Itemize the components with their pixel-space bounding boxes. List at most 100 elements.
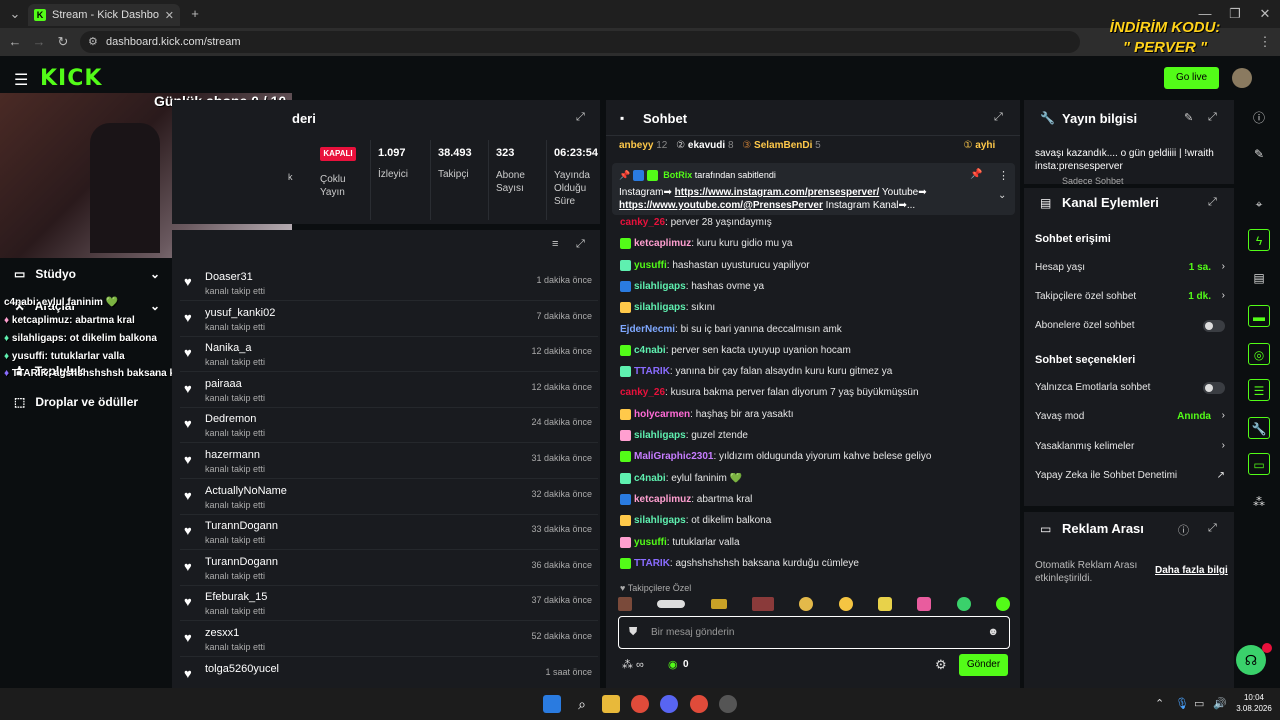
- account-age-row[interactable]: Hesap yaşı 1 sa. ›: [1035, 261, 1225, 273]
- chat-username[interactable]: EjderNecmi: [620, 324, 675, 335]
- expand-icon[interactable]: ⤢: [576, 111, 585, 124]
- followers-chat-row[interactable]: Takipçilere özel sohbet 1 dk. ›: [1035, 290, 1225, 302]
- follower-name[interactable]: Nanika_a: [205, 342, 251, 354]
- kick-logo[interactable]: KICK: [40, 66, 102, 91]
- chat-username[interactable]: silahligaps: [634, 430, 686, 441]
- follower-name[interactable]: TurannDogann: [205, 556, 278, 568]
- back-icon[interactable]: ←: [6, 33, 24, 51]
- stream-info-icon[interactable]: ☰: [1248, 379, 1270, 401]
- hamburger-menu-icon[interactable]: ☰: [14, 70, 28, 90]
- chat-settings-gear-icon[interactable]: ⚙: [935, 657, 947, 673]
- chat-username[interactable]: silahligaps: [634, 302, 686, 313]
- info-icon[interactable]: ⓘ: [1178, 522, 1189, 538]
- expand-icon[interactable]: ⤢: [1208, 196, 1217, 209]
- chat-username[interactable]: canky_26: [620, 387, 665, 398]
- edit-icon[interactable]: ✎: [1184, 111, 1193, 124]
- pinned-by-user[interactable]: BotRix: [663, 170, 692, 180]
- site-info-icon[interactable]: ⚙: [88, 31, 98, 53]
- broadcast-icon[interactable]: ◎: [1248, 343, 1270, 365]
- reload-icon[interactable]: ↻: [54, 33, 72, 51]
- gifter-name[interactable]: ayhi: [975, 140, 995, 151]
- discord-icon[interactable]: [660, 695, 678, 713]
- obs-icon[interactable]: [719, 695, 737, 713]
- sidebar-item-drops[interactable]: ⬚ Droplar ve ödüller: [14, 395, 138, 409]
- chat-username[interactable]: yusuffi: [634, 537, 667, 548]
- browser-menu-icon[interactable]: ⋮: [1256, 33, 1274, 51]
- chat-username[interactable]: c4nabi: [634, 345, 666, 356]
- clock[interactable]: 10:04 3.08.2026: [1232, 692, 1276, 714]
- subs-chat-toggle[interactable]: [1203, 320, 1225, 332]
- avatar[interactable]: [1232, 68, 1252, 88]
- emote-icon[interactable]: [657, 600, 686, 608]
- emote-icon[interactable]: [838, 597, 853, 611]
- edit-icon[interactable]: ✎: [1248, 143, 1270, 165]
- follower-name[interactable]: yusuf_kanki02: [205, 307, 275, 319]
- chat-username[interactable]: silahligaps: [634, 281, 686, 292]
- follower-name[interactable]: TurannDogann: [205, 520, 278, 532]
- expand-icon[interactable]: ⤢: [994, 111, 1003, 124]
- follower-name[interactable]: zesxx1: [205, 627, 239, 639]
- emote-icon[interactable]: [956, 597, 971, 611]
- channel-points-icon[interactable]: ⁂ ∞: [622, 658, 644, 671]
- emote-icon[interactable]: [618, 597, 632, 611]
- browser-tab[interactable]: K Stream - Kick Dashboard ✕: [28, 4, 180, 26]
- go-live-button[interactable]: Go live: [1164, 67, 1219, 89]
- chrome-icon[interactable]: [690, 695, 708, 713]
- emotes-only-toggle[interactable]: [1203, 382, 1225, 394]
- chat-username[interactable]: canky_26: [620, 217, 665, 228]
- windows-start-icon[interactable]: [543, 695, 561, 713]
- emoji-icon[interactable]: ☻: [987, 626, 999, 638]
- chat-input[interactable]: ⛊ Bir mesaj gönderin ☻: [618, 616, 1010, 649]
- search-icon[interactable]: ⌕: [573, 695, 591, 713]
- tab-search-icon[interactable]: ⌄: [6, 5, 24, 23]
- emote-icon[interactable]: [995, 597, 1010, 611]
- forward-icon[interactable]: →: [30, 33, 48, 51]
- chat-username[interactable]: MaliGraphic2301: [634, 451, 713, 462]
- follower-name[interactable]: Efeburak_15: [205, 591, 267, 603]
- microphone-icon[interactable]: 🎙: [1175, 697, 1189, 710]
- instagram-link[interactable]: https://www.instagram.com/prensesperver/: [675, 187, 880, 198]
- info-icon[interactable]: ⓘ: [1248, 107, 1270, 129]
- emote-icon[interactable]: [877, 597, 892, 611]
- gifter-name[interactable]: ekavudi: [688, 140, 725, 151]
- chat-username[interactable]: TTARIK: [634, 366, 670, 377]
- follower-name[interactable]: hazermann: [205, 449, 260, 461]
- send-button[interactable]: Gönder: [959, 654, 1008, 676]
- new-tab-icon[interactable]: +: [186, 5, 204, 23]
- file-explorer-icon[interactable]: [602, 695, 620, 713]
- youtube-link[interactable]: https://www.youtube.com/@PrensesPerver: [619, 200, 823, 211]
- follower-name[interactable]: tolga5260yucel: [205, 663, 279, 675]
- emote-icon[interactable]: [799, 597, 814, 611]
- sidebar-item-studio[interactable]: ▭ Stüdyo ⌄: [14, 267, 160, 281]
- display-icon[interactable]: ▭: [1194, 697, 1204, 710]
- chat-username[interactable]: silahligaps: [634, 515, 686, 526]
- ad-break-icon[interactable]: ▭: [1248, 453, 1270, 475]
- close-window-icon[interactable]: ✕: [1256, 5, 1274, 23]
- gifter-name[interactable]: SelamBenDi: [754, 140, 812, 151]
- gifter-name[interactable]: anbeyy: [619, 140, 653, 151]
- expand-icon[interactable]: ⤢: [1208, 111, 1217, 124]
- document-icon[interactable]: ▤: [1248, 267, 1270, 289]
- expand-icon[interactable]: ⤢: [1208, 522, 1217, 535]
- unpin-icon[interactable]: 📌: [970, 169, 982, 180]
- emote-icon[interactable]: [751, 597, 774, 611]
- volume-icon[interactable]: 🔊: [1213, 697, 1227, 710]
- chrome-icon[interactable]: [631, 695, 649, 713]
- filter-icon[interactable]: ≡: [552, 238, 558, 250]
- follower-name[interactable]: Doaser31: [205, 271, 253, 283]
- emote-icon[interactable]: [917, 597, 932, 611]
- banned-words-row[interactable]: Yasaklanmış kelimeler ›: [1035, 440, 1225, 452]
- chat-username[interactable]: holycarmen: [634, 409, 690, 420]
- chat-username[interactable]: TTARIK: [634, 558, 670, 569]
- follower-name[interactable]: pairaaa: [205, 378, 242, 390]
- follower-name[interactable]: ActuallyNoName: [205, 485, 287, 497]
- expand-icon[interactable]: ⤢: [576, 238, 585, 251]
- chat-username[interactable]: c4nabi: [634, 473, 666, 484]
- learn-more-link[interactable]: Daha fazla bilgi: [1155, 565, 1228, 576]
- chevron-up-icon[interactable]: ⌃: [1155, 697, 1164, 710]
- follower-name[interactable]: Dedremon: [205, 413, 256, 425]
- chevron-down-icon[interactable]: ⌄: [998, 190, 1006, 201]
- wrench-icon[interactable]: 🔧: [1248, 417, 1270, 439]
- chat-toggle-icon[interactable]: ▬: [1248, 305, 1270, 327]
- apps-icon[interactable]: ⁂: [1248, 491, 1270, 513]
